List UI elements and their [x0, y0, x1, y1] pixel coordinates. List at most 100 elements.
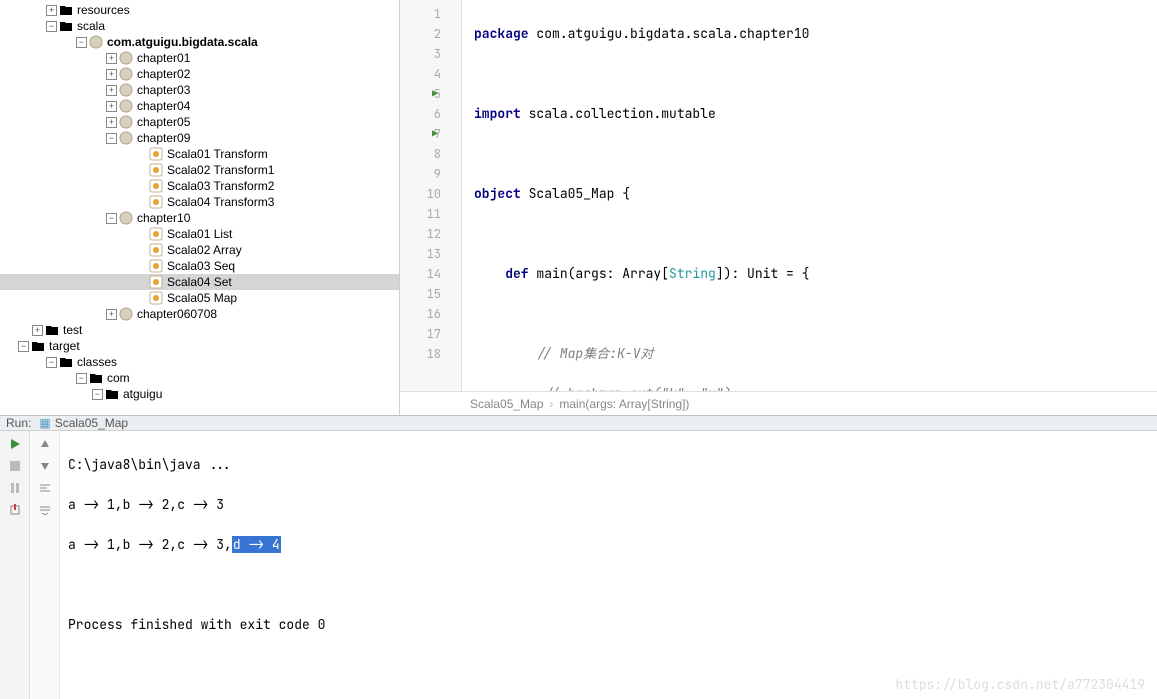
tree-node-ch02[interactable]: +chapter02 — [0, 66, 399, 82]
tree-node-label: chapter05 — [137, 114, 190, 130]
pkg-icon — [119, 307, 133, 321]
tree-toggle-icon[interactable]: − — [106, 213, 117, 224]
line-number[interactable]: 1 — [400, 4, 441, 24]
stop-button[interactable] — [6, 457, 24, 475]
line-number[interactable]: 4 — [400, 64, 441, 84]
run-gutter-icon[interactable]: ▶ — [432, 84, 438, 104]
pause-button[interactable] — [6, 479, 24, 497]
tree-toggle-icon[interactable]: + — [106, 101, 117, 112]
keyword-import: import — [474, 105, 521, 122]
tree-node-s05m[interactable]: Scala05 Map — [0, 290, 399, 306]
tree-node-ch10[interactable]: −chapter10 — [0, 210, 399, 226]
scroll-to-end-button[interactable] — [36, 501, 54, 519]
tree-toggle-icon[interactable]: − — [46, 21, 57, 32]
project-tree[interactable]: + resources−scala−com.atguigu.bigdata.sca… — [0, 0, 400, 415]
tree-toggle-icon[interactable]: − — [92, 389, 103, 400]
run-tab[interactable]: Scala05_Map — [55, 416, 128, 430]
tree-node-label: resources — [77, 2, 130, 18]
tree-node-s02t[interactable]: Scala02 Transform1 — [0, 162, 399, 178]
chevron-right-icon: › — [549, 397, 553, 411]
line-number[interactable]: 17 — [400, 324, 441, 344]
line-number[interactable]: 12 — [400, 224, 441, 244]
line-number[interactable]: 3 — [400, 44, 441, 64]
down-button[interactable] — [36, 457, 54, 475]
line-number[interactable]: 2 — [400, 24, 441, 44]
breadcrumb-item[interactable]: main(args: Array[String]) — [559, 397, 689, 411]
tree-node-s03t[interactable]: Scala03 Transform2 — [0, 178, 399, 194]
tree-toggle-icon[interactable]: − — [76, 37, 87, 48]
tree-toggle-icon[interactable]: + — [106, 53, 117, 64]
tree-node-s02a[interactable]: Scala02 Array — [0, 242, 399, 258]
run-header[interactable]: Run: ▦ Scala05_Map — [0, 416, 1157, 431]
scalafile-icon — [149, 291, 163, 305]
line-number[interactable]: 16⌄ — [400, 304, 441, 324]
tree-toggle-icon[interactable]: + — [106, 117, 117, 128]
tree-node-s03s[interactable]: Scala03 Seq — [0, 258, 399, 274]
line-number[interactable]: 15⌄ — [400, 284, 441, 304]
tree-node-s04t[interactable]: Scala04 Transform3 — [0, 194, 399, 210]
tree-toggle-icon[interactable]: − — [18, 341, 29, 352]
tree-node-pkgroot[interactable]: −com.atguigu.bigdata.scala — [0, 34, 399, 50]
tree-toggle-icon[interactable]: + — [106, 309, 117, 320]
line-number[interactable]: 11 — [400, 204, 441, 224]
tree-node-scala[interactable]: −scala — [0, 18, 399, 34]
breadcrumb[interactable]: Scala05_Map › main(args: Array[String]) — [400, 391, 1157, 415]
run-tool-window: Run: ▦ Scala05_Map C:\java8\bin\java ...… — [0, 415, 1157, 550]
tree-node-resources[interactable]: + resources — [0, 2, 399, 18]
tree-node-label: chapter04 — [137, 98, 190, 114]
console-output[interactable]: C:\java8\bin\java ... a -> 1,b -> 2,c ->… — [60, 431, 1157, 699]
line-number[interactable]: 8 — [400, 144, 441, 164]
run-gutter-icon[interactable]: ▶ — [432, 124, 438, 144]
tree-node-ch060708[interactable]: +chapter060708 — [0, 306, 399, 322]
tree-node-target[interactable]: −target — [0, 338, 399, 354]
tree-node-s01l[interactable]: Scala01 List — [0, 226, 399, 242]
tree-node-ch09[interactable]: − chapter09 — [0, 130, 399, 146]
tree-toggle-spacer — [136, 165, 147, 176]
tree-node-ch04[interactable]: + chapter04 — [0, 98, 399, 114]
line-number[interactable]: 5▶⌄ — [400, 84, 441, 104]
tree-node-test[interactable]: + test — [0, 322, 399, 338]
tree-toggle-icon[interactable]: − — [46, 357, 57, 368]
pkg-icon — [119, 51, 133, 65]
run-config-icon: ▦ — [39, 416, 50, 430]
tree-toggle-icon[interactable]: + — [106, 85, 117, 96]
tree-node-classes[interactable]: −classes — [0, 354, 399, 370]
tree-node-ch01[interactable]: +chapter01 — [0, 50, 399, 66]
scalafile-icon — [149, 275, 163, 289]
rerun-button[interactable] — [6, 435, 24, 453]
tree-toggle-icon[interactable]: − — [76, 373, 87, 384]
soft-wrap-button[interactable] — [36, 479, 54, 497]
line-number[interactable]: 7▶⌄ — [400, 124, 441, 144]
scalafile-icon — [149, 243, 163, 257]
up-button[interactable] — [36, 435, 54, 453]
tree-node-atguigu[interactable]: −atguigu — [0, 386, 399, 402]
tree-node-com[interactable]: −com — [0, 370, 399, 386]
tree-toggle-icon[interactable]: + — [106, 69, 117, 80]
line-number[interactable]: 6 — [400, 104, 441, 124]
tree-node-s04s[interactable]: Scala04 Set — [0, 274, 399, 290]
tree-node-label: Scala03 Transform2 — [167, 178, 274, 194]
tree-node-label: Scala01 List — [167, 226, 232, 242]
tree-toggle-icon[interactable]: + — [46, 5, 57, 16]
breadcrumb-item[interactable]: Scala05_Map — [470, 397, 543, 411]
code-area[interactable]: package com.atguigu.bigdata.scala.chapte… — [462, 0, 1157, 391]
line-number[interactable]: 14 — [400, 264, 441, 284]
line-number[interactable]: 10 — [400, 184, 441, 204]
tree-node-ch05[interactable]: + chapter05 — [0, 114, 399, 130]
tree-node-ch03[interactable]: +chapter03 — [0, 82, 399, 98]
pkg-icon — [119, 67, 133, 81]
keyword-package: package — [474, 25, 529, 42]
exit-button[interactable] — [6, 501, 24, 519]
line-number[interactable]: 9 — [400, 164, 441, 184]
main-sig: main(args: Array[ — [536, 265, 669, 282]
tree-toggle-icon[interactable]: + — [32, 325, 43, 336]
line-number[interactable]: 18 — [400, 344, 441, 364]
scalafile-icon — [149, 147, 163, 161]
tree-toggle-icon[interactable]: − — [106, 133, 117, 144]
tree-toggle-spacer — [136, 197, 147, 208]
tree-node-label: chapter09 — [137, 130, 190, 146]
tree-node-label: test — [63, 322, 82, 338]
tree-toggle-spacer — [136, 229, 147, 240]
tree-node-s01t[interactable]: Scala01 Transform — [0, 146, 399, 162]
line-number[interactable]: 13 — [400, 244, 441, 264]
